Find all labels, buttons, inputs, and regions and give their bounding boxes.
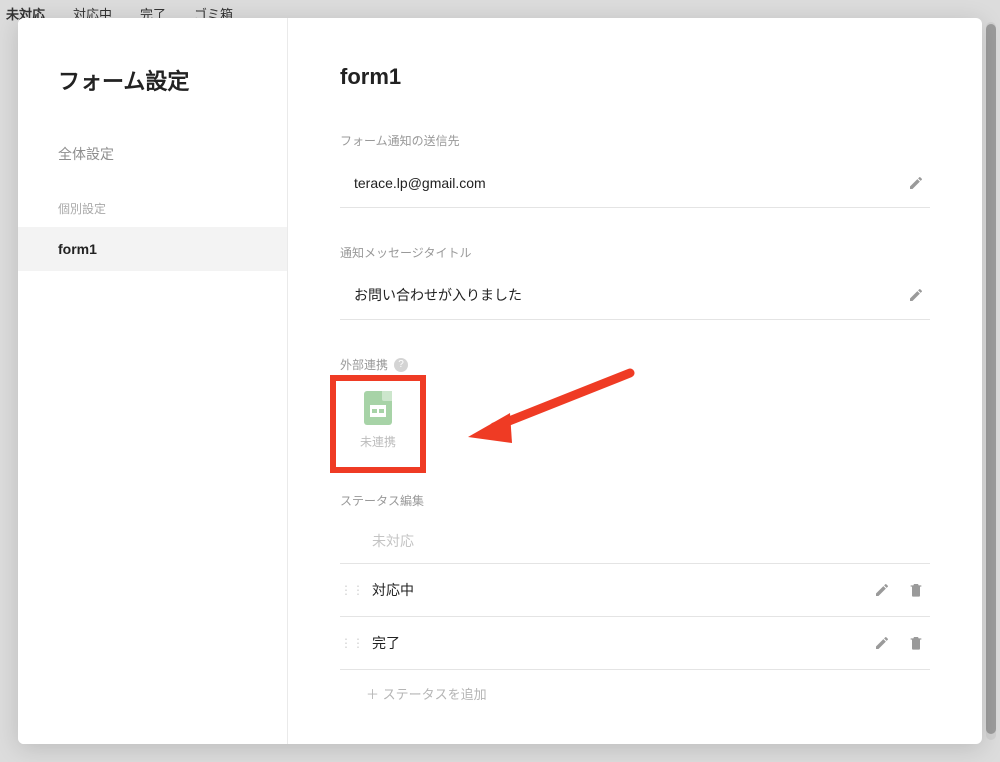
scrollbar[interactable] bbox=[986, 22, 996, 740]
trash-icon bbox=[908, 582, 924, 598]
sidebar-title: フォーム設定 bbox=[18, 64, 287, 130]
edit-notify-title-button[interactable] bbox=[902, 281, 930, 309]
pencil-icon bbox=[874, 635, 890, 651]
drag-handle-icon[interactable]: ⋮⋮ bbox=[340, 583, 358, 597]
integration-block: 未連携 bbox=[340, 383, 930, 454]
notify-dest-row: terace.lp@gmail.com bbox=[340, 159, 930, 208]
scrollbar-thumb[interactable] bbox=[986, 24, 996, 734]
pencil-icon bbox=[874, 582, 890, 598]
notify-title-row: お問い合わせが入りました bbox=[340, 271, 930, 320]
status-row: ⋮⋮ 対応中 bbox=[340, 564, 930, 617]
integration-google-sheets[interactable]: 未連携 bbox=[340, 383, 416, 454]
status-row: ⋮⋮ 完了 bbox=[340, 617, 930, 670]
content-title: form1 bbox=[340, 64, 930, 90]
sidebar-item-global[interactable]: 全体設定 bbox=[18, 130, 287, 178]
notify-dest-value: terace.lp@gmail.com bbox=[354, 175, 902, 191]
help-icon[interactable]: ? bbox=[394, 358, 408, 372]
settings-modal: フォーム設定 全体設定 個別設定 form1 form1 フォーム通知の送信先 … bbox=[18, 18, 982, 744]
notify-dest-label: フォーム通知の送信先 bbox=[340, 132, 930, 149]
status-label: 対応中 bbox=[364, 580, 862, 600]
integration-label: 外部連携 ? bbox=[340, 356, 930, 373]
status-list: 未対応 ⋮⋮ 対応中 ⋮⋮ 完了 bbox=[340, 519, 930, 703]
edit-status-button[interactable] bbox=[868, 576, 896, 604]
status-row-placeholder: 未対応 bbox=[340, 519, 930, 564]
settings-sidebar: フォーム設定 全体設定 個別設定 form1 bbox=[18, 18, 288, 744]
settings-content: form1 フォーム通知の送信先 terace.lp@gmail.com 通知メ… bbox=[288, 18, 982, 744]
annotation-arrow-icon bbox=[460, 365, 640, 455]
drag-handle-icon[interactable]: ⋮⋮ bbox=[340, 636, 358, 650]
google-sheets-icon bbox=[364, 391, 392, 425]
delete-status-button[interactable] bbox=[902, 629, 930, 657]
status-placeholder: 未対応 bbox=[364, 531, 930, 551]
trash-icon bbox=[908, 635, 924, 651]
status-edit-label: ステータス編集 bbox=[340, 492, 930, 509]
notify-title-label: 通知メッセージタイトル bbox=[340, 244, 930, 261]
add-status-button[interactable]: ＋ ステータスを追加 bbox=[340, 670, 930, 703]
sidebar-item-form1[interactable]: form1 bbox=[18, 227, 287, 271]
integration-status: 未連携 bbox=[340, 433, 416, 450]
status-label: 完了 bbox=[364, 633, 862, 653]
sidebar-section-individual: 個別設定 bbox=[18, 178, 287, 227]
pencil-icon bbox=[908, 287, 924, 303]
edit-notify-dest-button[interactable] bbox=[902, 169, 930, 197]
edit-status-button[interactable] bbox=[868, 629, 896, 657]
notify-title-value: お問い合わせが入りました bbox=[354, 285, 902, 305]
delete-status-button[interactable] bbox=[902, 576, 930, 604]
pencil-icon bbox=[908, 175, 924, 191]
